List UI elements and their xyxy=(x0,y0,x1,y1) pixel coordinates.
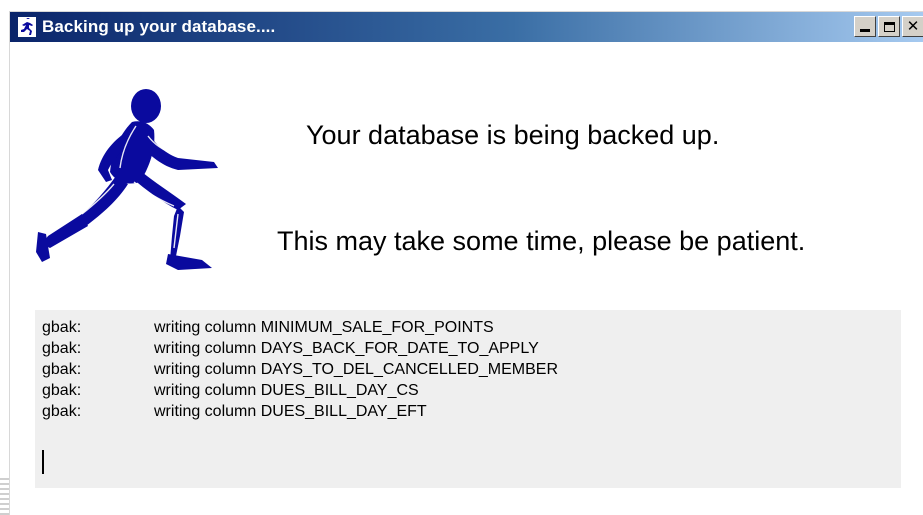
running-man-icon xyxy=(36,89,218,270)
log-prefix: gbak: xyxy=(42,340,82,357)
title-bar[interactable]: Backing up your database.... ✕ xyxy=(10,12,923,42)
log-line: gbak: writing column DUES_BILL_DAY_EFT xyxy=(35,401,901,422)
minimize-button[interactable] xyxy=(854,16,876,37)
log-prefix: gbak: xyxy=(42,319,82,336)
close-icon: ✕ xyxy=(906,17,920,35)
log-message: writing column DAYS_TO_DEL_CANCELLED_MEM… xyxy=(154,361,558,378)
window-title: Backing up your database.... xyxy=(42,17,276,36)
log-line: gbak: writing column MINIMUM_SALE_FOR_PO… xyxy=(35,317,901,338)
text-caret xyxy=(42,450,44,474)
backup-window: Backing up your database.... ✕ Your data… xyxy=(9,11,923,515)
log-line: gbak: writing column DAYS_BACK_FOR_DATE_… xyxy=(35,338,901,359)
background-edge xyxy=(0,478,9,515)
log-message: writing column DUES_BILL_DAY_EFT xyxy=(154,403,427,420)
log-prefix: gbak: xyxy=(42,382,82,399)
window-controls: ✕ xyxy=(854,16,923,37)
maximize-icon xyxy=(883,21,895,32)
log-message: writing column MINIMUM_SALE_FOR_POINTS xyxy=(154,319,494,336)
log-line: gbak: writing column DAYS_TO_DEL_CANCELL… xyxy=(35,359,901,380)
log-line: gbak: writing column DUES_BILL_DAY_CS xyxy=(35,380,901,401)
maximize-button[interactable] xyxy=(878,16,900,37)
log-prefix: gbak: xyxy=(42,361,82,378)
backup-log[interactable]: gbak: writing column MINIMUM_SALE_FOR_PO… xyxy=(35,310,901,488)
log-message: writing column DAYS_BACK_FOR_DATE_TO_APP… xyxy=(154,340,539,357)
patience-message: This may take some time, please be patie… xyxy=(277,226,806,256)
status-message: Your database is being backed up. xyxy=(306,120,720,150)
log-message: writing column DUES_BILL_DAY_CS xyxy=(154,382,419,399)
log-prefix: gbak: xyxy=(42,403,82,420)
close-button[interactable]: ✕ xyxy=(902,16,923,37)
runner-icon xyxy=(18,17,36,37)
minimize-icon xyxy=(860,29,870,32)
